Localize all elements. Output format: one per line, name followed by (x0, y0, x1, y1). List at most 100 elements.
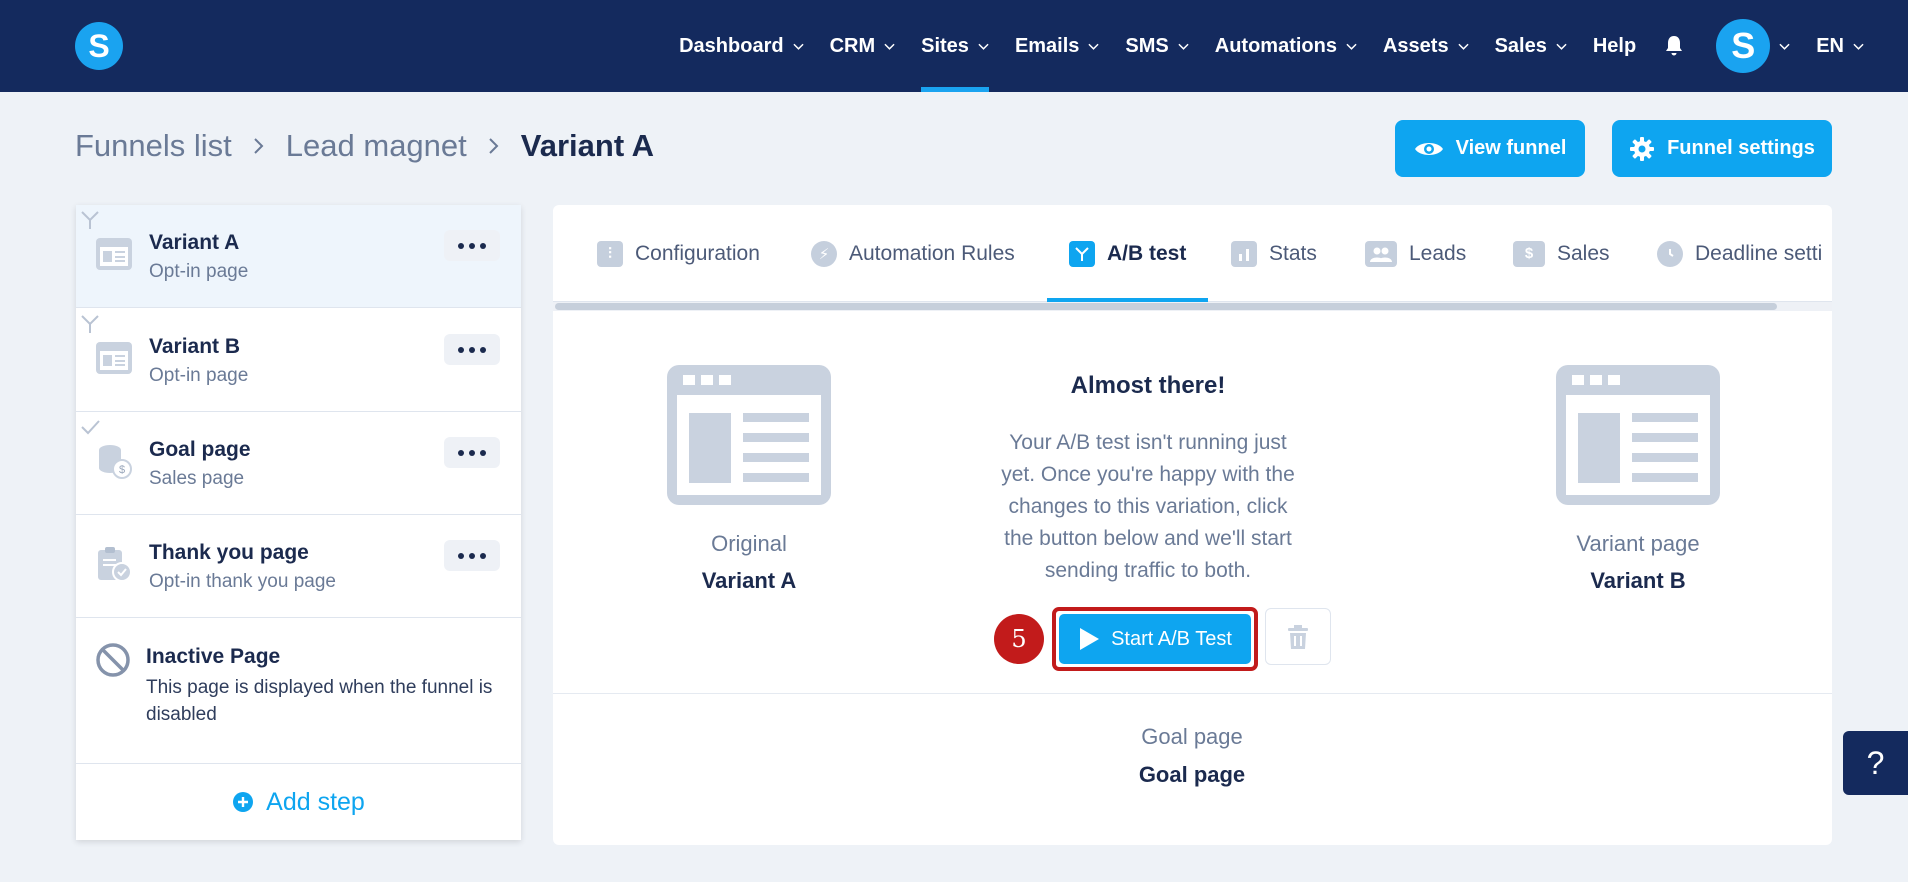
chevron-down-icon (884, 43, 895, 50)
tab-sales[interactable]: $ Sales (1513, 205, 1610, 302)
add-step-button[interactable]: Add step (76, 763, 521, 840)
variant-page-name: Variant B (1590, 568, 1686, 593)
step-title: Inactive Page (146, 645, 281, 668)
step-thank-you-page[interactable]: Thank you page Opt-in thank you page (76, 515, 521, 618)
delete-variant-button[interactable] (1265, 608, 1331, 665)
tab-label: Automation Rules (849, 241, 1015, 265)
start-ab-test-button[interactable]: Start A/B Test (1059, 614, 1251, 664)
nav-emails-label: Emails (1014, 34, 1080, 57)
split-icon (1069, 240, 1095, 267)
funnel-settings-button[interactable]: Funnel settings (1612, 120, 1832, 177)
step-title: Variant A (149, 231, 240, 254)
nav-dashboard[interactable]: Dashboard (679, 0, 804, 92)
chevron-down-icon (1556, 43, 1567, 50)
nav-sms[interactable]: SMS (1125, 0, 1189, 92)
step-title: Variant B (149, 335, 241, 358)
check-icon (81, 420, 100, 435)
step-options-button[interactable] (444, 437, 500, 468)
step-inactive-page[interactable]: Inactive Page This page is displayed whe… (76, 617, 521, 762)
bar-chart-icon (1231, 240, 1257, 267)
ab-test-panel: ⫶ Configuration ⚡ Automation Rules A/B t… (553, 205, 1832, 845)
tab-deadline-settings[interactable]: Deadline setti (1657, 205, 1822, 302)
ab-test-explanation: Your A/B test isn't running just yet. On… (1001, 431, 1295, 582)
start-ab-test-label: Start A/B Test (1111, 627, 1232, 650)
step-variant-b[interactable]: Variant B Opt-in page (76, 309, 521, 412)
chevron-down-icon (978, 43, 989, 50)
tab-label: Stats (1269, 241, 1317, 265)
nav-assets-label: Assets (1382, 34, 1449, 57)
step-subtitle: Opt-in page (149, 365, 249, 386)
nav-sms-label: SMS (1125, 34, 1169, 57)
ban-icon (96, 643, 130, 677)
tab-stats[interactable]: Stats (1231, 205, 1317, 302)
step-subtitle: Opt-in page (149, 261, 249, 282)
headline: Almost there! (1070, 372, 1226, 399)
split-icon (81, 315, 99, 333)
goal-page-label: Goal page (1141, 724, 1243, 749)
tab-label: Configuration (635, 241, 760, 265)
svg-text:$: $ (119, 464, 125, 476)
opt-in-page-icon (96, 238, 132, 270)
chevron-down-icon (1178, 43, 1189, 50)
step-subtitle: Sales page (149, 468, 245, 489)
step-goal-page[interactable]: $ Goal page Sales page (76, 412, 521, 515)
nav-emails[interactable]: Emails (1014, 0, 1100, 92)
tab-label: A/B test (1107, 241, 1187, 265)
help-widget-button[interactable]: ? (1843, 731, 1908, 795)
nav-automations[interactable]: Automations (1215, 0, 1357, 92)
tabs-scrollbar[interactable] (553, 302, 1832, 311)
split-icon (81, 211, 99, 229)
chevron-down-icon (1088, 43, 1100, 50)
nav-help[interactable]: Help (1593, 0, 1636, 92)
users-icon (1365, 240, 1397, 267)
tab-label: Sales (1557, 241, 1610, 265)
step-options-button[interactable] (444, 230, 500, 261)
funnel-settings-label: Funnel settings (1667, 137, 1815, 159)
avatar: S (1716, 19, 1771, 73)
tab-label: Deadline setti (1695, 241, 1823, 265)
nav-crm-label: CRM (829, 34, 876, 57)
nav-help-label: Help (1592, 34, 1637, 57)
tab-label: Leads (1409, 241, 1467, 265)
nav-assets[interactable]: Assets (1383, 0, 1469, 92)
breadcrumb-funnels-list[interactable]: Funnels list (75, 128, 232, 164)
chevron-down-icon (1457, 43, 1469, 50)
nav-sites[interactable]: Sites (921, 0, 989, 92)
tab-automation-rules[interactable]: ⚡ Automation Rules (811, 205, 1015, 302)
variant-page-label: Variant page (1576, 531, 1700, 556)
main-nav: Dashboard CRM Sites Emails SMS Automatio… (679, 0, 1908, 92)
step-options-button[interactable] (444, 540, 500, 571)
step-description: This page is displayed when the funnel i… (146, 677, 493, 725)
original-label: Original (711, 531, 787, 556)
sales-page-icon: $ (99, 445, 132, 479)
add-step-label: Add step (266, 787, 365, 816)
step-variant-a[interactable]: Variant A Opt-in page (76, 205, 521, 308)
trash-icon (1288, 624, 1308, 649)
highlight-outline: Start A/B Test (1052, 607, 1258, 671)
tab-configuration[interactable]: ⫶ Configuration (597, 205, 760, 302)
clock-icon (1657, 240, 1683, 267)
original-variant-name: Variant A (701, 568, 797, 593)
nav-sales-label: Sales (1494, 34, 1547, 57)
nav-crm[interactable]: CRM (830, 0, 896, 92)
app-logo[interactable]: S (75, 22, 123, 70)
breadcrumb-lead-magnet[interactable]: Lead magnet (286, 128, 467, 164)
gear-icon (1630, 136, 1655, 161)
bell-icon[interactable] (1662, 34, 1686, 58)
tab-ab-test[interactable]: A/B test (1046, 205, 1209, 302)
nav-automations-label: Automations (1214, 34, 1337, 57)
step-marker-badge: 5 (994, 614, 1044, 664)
funnel-steps-sidebar: Variant A Opt-in page Variant B Opt-in p… (76, 205, 521, 840)
step-options-button[interactable] (444, 334, 500, 365)
chevron-down-icon (1346, 43, 1357, 50)
nav-sites-label: Sites (921, 34, 969, 57)
view-funnel-button[interactable]: View funnel (1395, 120, 1585, 177)
scrollbar-thumb[interactable] (555, 303, 1777, 310)
nav-dashboard-label: Dashboard (679, 34, 784, 57)
nav-sales[interactable]: Sales (1495, 0, 1567, 92)
top-navigation-bar: S Dashboard CRM Sites Emails SMS Automat… (0, 0, 1908, 92)
tab-leads[interactable]: Leads (1365, 205, 1466, 302)
user-menu[interactable]: S (1716, 19, 1790, 73)
language-selector[interactable]: EN (1816, 0, 1864, 92)
language-label: EN (1816, 34, 1844, 57)
